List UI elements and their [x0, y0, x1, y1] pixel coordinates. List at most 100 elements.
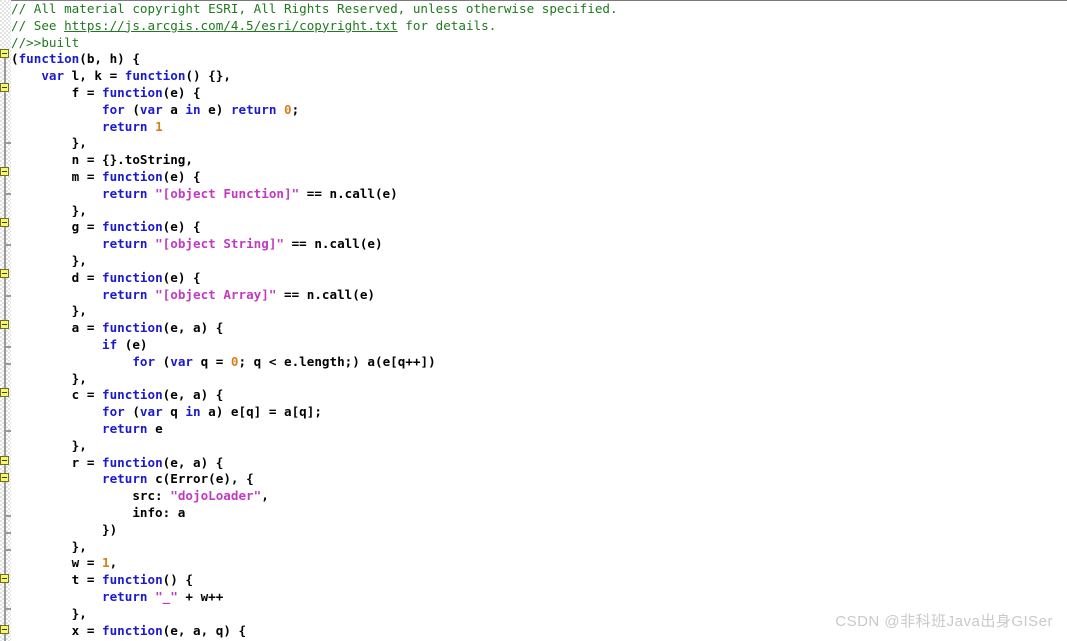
code-token-string: "_"	[155, 589, 178, 604]
code-line[interactable]: },	[11, 606, 87, 623]
code-token-keyword: for	[102, 404, 125, 420]
code-token-identifier: == n.call(e)	[284, 236, 383, 252]
code-line[interactable]: return 1	[11, 119, 163, 136]
code-line[interactable]: info: a	[11, 505, 185, 522]
code-token-keyword: return	[102, 421, 148, 436]
fold-block-end-tick	[4, 532, 11, 534]
code-token-keyword: function	[102, 622, 163, 638]
code-line[interactable]: if (e)	[11, 337, 148, 354]
code-line[interactable]: },	[11, 253, 87, 270]
fold-collapse-icon[interactable]	[0, 167, 9, 176]
code-line[interactable]: (function(b, h) {	[11, 51, 140, 68]
fold-collapse-icon[interactable]	[0, 388, 9, 397]
code-text-area[interactable]: // All material copyright ESRI, All Righ…	[11, 0, 1067, 641]
code-token-identifier: t =	[11, 572, 102, 588]
code-line[interactable]: var l, k = function() {},	[11, 68, 231, 85]
code-line[interactable]: m = function(e) {	[11, 169, 201, 186]
code-line[interactable]: src: "dojoLoader",	[11, 488, 269, 505]
code-line[interactable]: w = 1,	[11, 555, 118, 572]
code-line[interactable]: },	[11, 203, 87, 220]
code-token-identifier: },	[11, 605, 87, 621]
code-token-identifier: f =	[11, 85, 102, 100]
code-line[interactable]: // All material copyright ESRI, All Righ…	[11, 1, 618, 18]
code-token-identifier: n = {}.toString,	[11, 152, 193, 168]
fold-block-end-tick	[4, 549, 11, 551]
code-token-keyword: function	[124, 68, 186, 84]
code-token-identifier: d =	[11, 269, 102, 285]
code-line[interactable]: return e	[11, 421, 163, 438]
code-token-identifier: },	[11, 303, 87, 319]
code-token-identifier: ,	[261, 488, 269, 504]
code-token-identifier	[11, 337, 102, 352]
code-line[interactable]: })	[11, 522, 117, 539]
fold-collapse-icon[interactable]	[0, 320, 9, 329]
code-token-identifier: e)	[200, 101, 231, 117]
code-line[interactable]: g = function(e) {	[11, 219, 201, 236]
code-token-string: "[object Function]"	[155, 185, 300, 201]
code-token-keyword: return	[102, 236, 148, 252]
code-token-identifier: src:	[11, 488, 171, 504]
code-token-identifier: r =	[11, 454, 102, 470]
code-token-keyword: function	[102, 572, 163, 588]
code-line[interactable]: },	[11, 303, 87, 320]
code-token-identifier: (e, a) {	[162, 454, 224, 470]
fold-collapse-icon[interactable]	[0, 218, 9, 227]
code-token-keyword: for	[132, 353, 156, 369]
code-line[interactable]: },	[11, 539, 87, 556]
code-token-keyword: function	[102, 169, 163, 184]
code-token-identifier	[11, 287, 102, 302]
fold-block-end-tick	[4, 346, 11, 348]
code-token-identifier: })	[11, 521, 118, 537]
code-line[interactable]: return "_" + w++	[11, 589, 223, 606]
code-line[interactable]: return "[object Function]" == n.call(e)	[11, 186, 398, 203]
code-line[interactable]: for (var q in a) e[q] = a[q];	[11, 404, 322, 421]
code-token-identifier: == n.call(e)	[276, 286, 375, 302]
code-token-identifier	[11, 102, 102, 117]
code-token-identifier: (	[124, 404, 140, 420]
code-line[interactable]: a = function(e, a) {	[11, 320, 224, 337]
code-token-identifier	[148, 186, 156, 201]
code-token-identifier: a	[162, 101, 186, 117]
code-line[interactable]: // See https://js.arcgis.com/4.5/esri/co…	[11, 18, 496, 35]
code-token-identifier: q	[162, 404, 186, 420]
code-token-identifier: ; q < e.length;) a(e[q++])	[238, 353, 436, 369]
code-line[interactable]: },	[11, 135, 87, 152]
code-token-identifier	[148, 287, 156, 302]
code-token-keyword: var	[170, 353, 193, 369]
code-token-comment: // All material copyright ESRI, All Righ…	[11, 1, 618, 16]
code-token-url-link[interactable]: https://js.arcgis.com/4.5/esri/copyright…	[64, 18, 398, 33]
code-line[interactable]: f = function(e) {	[11, 85, 201, 102]
code-token-keyword: function	[102, 85, 163, 100]
code-line[interactable]: return c(Error(e), {	[11, 471, 254, 488]
code-token-identifier: l, k =	[64, 68, 125, 84]
code-token-identifier: (e)	[117, 337, 148, 352]
code-token-identifier	[11, 186, 102, 201]
code-token-identifier: (e) {	[162, 219, 201, 235]
fold-collapse-icon[interactable]	[0, 625, 9, 634]
fold-collapse-icon[interactable]	[0, 574, 9, 583]
code-line[interactable]: return "[object Array]" == n.call(e)	[11, 287, 375, 304]
code-line[interactable]: c = function(e, a) {	[11, 387, 224, 404]
fold-collapse-icon[interactable]	[0, 456, 9, 465]
fold-collapse-icon[interactable]	[0, 269, 9, 278]
code-line[interactable]: for (var a in e) return 0;	[11, 102, 299, 119]
fold-collapse-icon[interactable]	[0, 473, 9, 482]
code-line[interactable]: for (var q = 0; q < e.length;) a(e[q++])	[11, 353, 436, 371]
fold-block-end-tick	[4, 142, 11, 144]
code-line[interactable]: n = {}.toString,	[11, 152, 193, 169]
code-token-keyword: function	[102, 219, 163, 235]
code-line[interactable]: },	[11, 438, 87, 455]
code-line[interactable]: //>>built	[11, 35, 79, 52]
fold-block-end-tick	[4, 295, 11, 297]
code-line[interactable]: x = function(e, a, q) {	[11, 623, 246, 640]
code-folding-gutter[interactable]	[0, 0, 11, 641]
fold-collapse-icon[interactable]	[0, 49, 9, 58]
fold-collapse-icon[interactable]	[0, 83, 9, 92]
code-line[interactable]: return "[object String]" == n.call(e)	[11, 236, 383, 253]
code-line[interactable]: r = function(e, a) {	[11, 454, 224, 472]
code-line[interactable]: d = function(e) {	[11, 270, 201, 287]
code-line[interactable]: },	[11, 371, 87, 388]
code-line[interactable]: t = function() {	[11, 572, 193, 589]
code-token-keyword: in	[185, 101, 201, 117]
code-token-identifier: q =	[193, 353, 231, 369]
